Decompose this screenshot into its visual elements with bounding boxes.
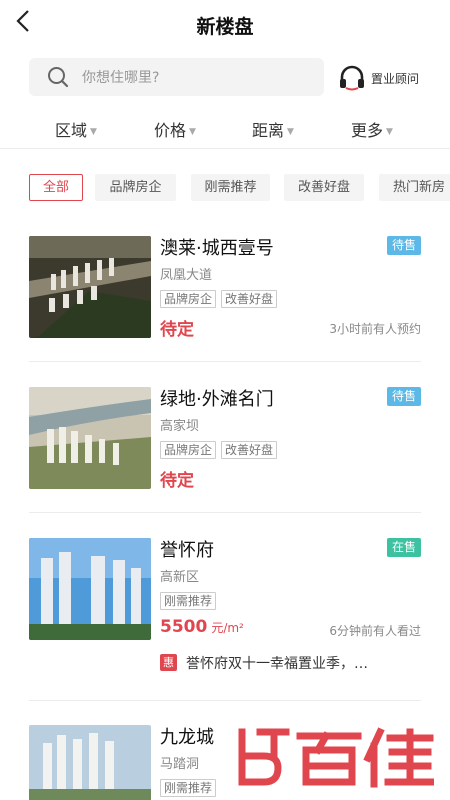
baijia-logo	[238, 727, 434, 788]
status-badge: 在售	[386, 538, 421, 557]
status-badge: 待售	[386, 236, 421, 255]
category-chips: 全部 品牌房企 刚需推荐 改善好盘 热门新房	[0, 174, 450, 202]
filter-label: 更多	[351, 121, 384, 140]
activity-note: 3小时前有人预约	[329, 322, 421, 336]
listing-tags: 品牌房企 改善好盘	[160, 439, 282, 459]
listing-area: 凤凰大道	[160, 268, 213, 283]
listing-tags: 刚需推荐	[160, 777, 221, 797]
divider	[29, 512, 421, 513]
listing-name: 澳莱·城西壹号	[160, 238, 274, 259]
listing-price: 5500 元/m²	[160, 617, 244, 637]
chip-essential[interactable]: 刚需推荐	[191, 174, 270, 201]
listing-price: 待定	[160, 320, 194, 340]
discount-badge: 惠	[160, 654, 177, 671]
activity-note: 6分钟前有人看过	[329, 624, 421, 638]
filter-label: 价格	[154, 121, 187, 140]
filter-bar: 区域 ▼ 价格 ▼ 距离 ▼ 更多 ▼	[0, 105, 450, 149]
filter-label: 区域	[55, 121, 88, 140]
search-placeholder: 你想住哪里?	[82, 70, 160, 86]
listing-card[interactable]: 誉怀府 在售 高新区 刚需推荐 5500 元/m² 6分钟前有人看过 惠誉怀府双十…	[29, 538, 421, 678]
price-value: 5500	[160, 617, 208, 637]
listing-tag: 改善好盘	[221, 441, 278, 459]
listing-area: 马踏洞	[160, 757, 200, 772]
advisor-label: 置业顾问	[371, 72, 420, 86]
filter-price[interactable]: 价格 ▼	[154, 117, 196, 141]
price-unit: 元/m²	[211, 621, 244, 635]
listing-card[interactable]: 绿地·外滩名门 待售 高家坝 品牌房企 改善好盘 待定	[29, 387, 421, 491]
listing-photo	[29, 236, 151, 338]
listing-name: 誉怀府	[160, 540, 214, 561]
listing-tags: 刚需推荐	[160, 590, 221, 610]
chip-all[interactable]: 全部	[29, 174, 83, 201]
divider	[29, 700, 421, 701]
caret-down-icon: ▼	[189, 127, 196, 137]
listing-tag: 改善好盘	[221, 290, 278, 308]
listing-area: 高新区	[160, 570, 200, 585]
listing-tag: 刚需推荐	[160, 592, 217, 610]
listing-card[interactable]: 澳莱·城西壹号 待售 凤凰大道 品牌房企 改善好盘 待定 3小时前有人预约	[29, 236, 421, 340]
listing-photo	[29, 538, 151, 640]
caret-down-icon: ▼	[287, 127, 294, 137]
listing-name: 九龙城	[160, 727, 214, 748]
chip-upgrade[interactable]: 改善好盘	[284, 174, 364, 201]
listing-tags: 品牌房企 改善好盘	[160, 288, 282, 308]
status-badge: 待售	[386, 387, 421, 406]
divider	[29, 361, 421, 362]
listing-tag: 品牌房企	[160, 441, 217, 459]
filter-more[interactable]: 更多 ▼	[351, 117, 393, 141]
listing-tag: 品牌房企	[160, 290, 217, 308]
filter-distance[interactable]: 距离 ▼	[252, 117, 294, 141]
filter-label: 距离	[252, 121, 285, 140]
headset-icon	[340, 65, 364, 91]
top-bar: 新楼盘	[0, 0, 450, 52]
listing-price: 待定	[160, 471, 194, 491]
promo-text: 誉怀府双十一幸福置业季，…	[186, 655, 368, 672]
search-bar[interactable]: 你想住哪里?	[29, 58, 324, 96]
listing-photo	[29, 725, 151, 800]
search-icon	[48, 67, 69, 88]
filter-area[interactable]: 区域 ▼	[55, 117, 97, 141]
advisor-button[interactable]: 置业顾问	[338, 62, 438, 94]
chip-brand[interactable]: 品牌房企	[95, 174, 176, 201]
listing-area: 高家坝	[160, 419, 200, 434]
promo-row[interactable]: 惠誉怀府双十一幸福置业季，…	[160, 652, 368, 673]
listing-name: 绿地·外滩名门	[160, 389, 274, 410]
caret-down-icon: ▼	[386, 127, 393, 137]
chip-hot[interactable]: 热门新房	[379, 174, 450, 201]
page-title: 新楼盘	[196, 16, 254, 38]
listing-tag: 刚需推荐	[160, 779, 217, 797]
caret-down-icon: ▼	[90, 127, 97, 137]
listing-photo	[29, 387, 151, 489]
